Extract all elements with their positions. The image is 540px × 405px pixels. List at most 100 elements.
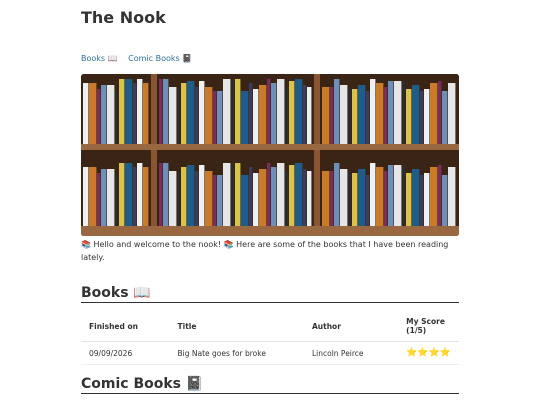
book-spine	[376, 83, 384, 144]
star-rating: ⭐⭐⭐⭐	[398, 341, 459, 365]
books-heading: Books 📖	[81, 285, 459, 303]
book-spine	[412, 85, 420, 144]
book-spine	[277, 163, 285, 226]
book-author: Lincoln Peirce	[303, 341, 399, 365]
book-spine	[348, 89, 352, 144]
book-spine	[115, 175, 119, 226]
book-spine	[101, 85, 107, 144]
book-spine	[187, 165, 195, 226]
book-spine	[307, 87, 312, 144]
column-header-author: Author	[303, 311, 399, 342]
book-spine	[97, 173, 101, 226]
book-spine	[231, 163, 235, 226]
book-spine	[137, 163, 143, 226]
book-spine	[143, 167, 149, 226]
column-header-finished: Finished on	[81, 311, 170, 342]
book-spine	[366, 91, 370, 144]
book-spine	[177, 89, 181, 144]
book-spine	[223, 79, 231, 144]
book-spine	[430, 167, 438, 226]
book-spine	[330, 87, 334, 144]
book-spine	[271, 83, 277, 144]
book-spine	[107, 169, 115, 226]
book-spine	[358, 85, 366, 144]
book-spine	[394, 165, 402, 226]
book-spine	[101, 169, 107, 226]
book-spine	[295, 163, 303, 226]
book-spine	[322, 171, 330, 226]
book-spine	[223, 163, 231, 226]
book-spine	[442, 175, 448, 226]
book-spine	[322, 87, 330, 144]
book-spine	[303, 169, 307, 226]
books-table: Finished on Title Author My Score (1/5) …	[81, 311, 459, 365]
site-title: The Nook	[81, 8, 166, 27]
book-spine	[406, 173, 412, 226]
book-spine	[289, 165, 295, 226]
book-spine	[199, 165, 205, 226]
book-spine	[442, 91, 448, 144]
column-header-title: Title	[169, 311, 304, 342]
book-spine	[388, 165, 394, 226]
intro-text: 📚 Hello and welcome to the nook! 📚 Here …	[81, 240, 449, 262]
book-title: Big Nate goes for broke	[169, 341, 304, 365]
book-spine	[181, 83, 187, 144]
book-spine	[97, 89, 101, 144]
book-spine	[330, 171, 334, 226]
book-spine	[177, 173, 181, 226]
book-spine	[406, 89, 412, 144]
nav-link-comic-books[interactable]: Comic Books 📓	[128, 54, 192, 63]
book-spine	[213, 91, 217, 144]
book-spine	[384, 171, 388, 226]
book-spine	[231, 79, 235, 144]
book-spine	[267, 79, 271, 144]
book-spine	[259, 85, 267, 144]
book-spine	[259, 169, 267, 226]
book-spine	[119, 163, 125, 226]
book-spine	[195, 171, 199, 226]
book-spine	[83, 83, 89, 144]
book-spine	[448, 83, 456, 144]
book-spine	[249, 167, 253, 226]
book-spine	[370, 163, 376, 226]
book-spine	[163, 163, 169, 226]
book-spine	[115, 91, 119, 144]
book-spine	[289, 81, 295, 144]
book-spine	[402, 81, 406, 144]
nav-link-books[interactable]: Books 📖	[81, 54, 118, 63]
book-spine	[89, 83, 97, 144]
book-spine	[285, 87, 289, 144]
book-spine	[83, 167, 89, 226]
book-spine	[253, 173, 259, 226]
book-spine	[217, 91, 223, 144]
book-spine	[143, 83, 149, 144]
table-row: 09/09/2026 Big Nate goes for broke Linco…	[81, 341, 459, 365]
book-spine	[125, 79, 133, 144]
book-spine	[217, 175, 223, 226]
finished-date: 09/09/2026	[81, 341, 170, 365]
book-spine	[213, 175, 217, 226]
book-spine	[107, 85, 115, 144]
book-spine	[89, 167, 97, 226]
book-spine	[438, 81, 442, 144]
book-spine	[277, 79, 285, 144]
book-spine	[402, 165, 406, 226]
book-spine	[384, 87, 388, 144]
book-spine	[133, 83, 137, 144]
comic-books-heading: Comic Books 📓	[81, 376, 459, 394]
book-spine	[235, 163, 241, 226]
table-header-row: Finished on Title Author My Score (1/5)	[81, 311, 459, 342]
book-spine	[181, 167, 187, 226]
book-spine	[205, 171, 213, 226]
book-spine	[159, 79, 163, 144]
book-spine	[249, 83, 253, 144]
book-spine	[187, 81, 195, 144]
book-spine	[420, 175, 424, 226]
book-spine	[159, 163, 163, 226]
book-spine	[388, 81, 394, 144]
book-spine	[334, 79, 340, 144]
book-spine	[394, 81, 402, 144]
book-spine	[199, 81, 205, 144]
book-spine	[420, 91, 424, 144]
book-spine	[205, 87, 213, 144]
